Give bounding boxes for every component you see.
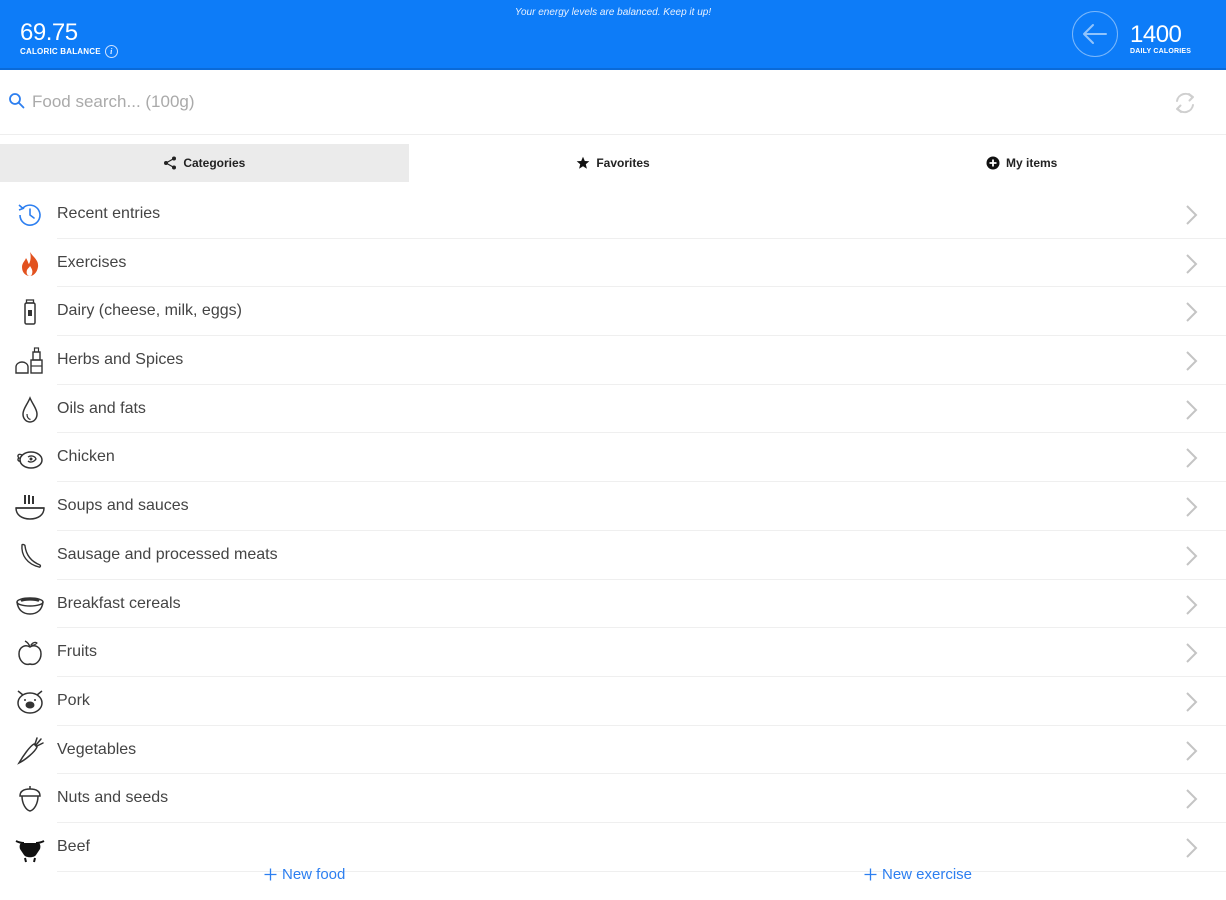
caloric-balance-label: CALORIC BALANCE <box>20 47 101 56</box>
chevron-right-icon <box>1186 740 1198 761</box>
cereal-bowl-icon <box>14 589 46 621</box>
new-exercise-button[interactable]: New exercise <box>864 866 972 883</box>
carrot-icon <box>14 735 46 767</box>
category-beef[interactable]: Beef <box>0 823 1226 872</box>
category-label: Beef <box>57 837 90 855</box>
category-dairy[interactable]: Dairy (cheese, milk, eggs) <box>0 287 1226 337</box>
category-exercises[interactable]: Exercises <box>0 239 1226 288</box>
category-nuts-seeds[interactable]: Nuts and seeds <box>0 774 1226 823</box>
category-label: Fruits <box>57 643 97 661</box>
chevron-right-icon <box>1186 448 1198 469</box>
search-bar <box>0 70 1226 135</box>
category-soups-sauces[interactable]: Soups and sauces <box>0 482 1226 531</box>
soup-bowl-icon <box>14 491 46 523</box>
category-label: Recent entries <box>57 205 161 222</box>
daily-calories: 1400 DAILY CALORIES <box>1130 21 1192 56</box>
category-list: Recent entries Exercises Dairy (cheese, … <box>0 190 1226 872</box>
chevron-right-icon <box>1186 594 1198 615</box>
chevron-right-icon <box>1186 351 1198 371</box>
food-search-input[interactable] <box>32 89 632 115</box>
oil-drop-icon <box>14 394 46 426</box>
top-bar: Your energy levels are balanced. Keep it… <box>0 0 1226 70</box>
tab-bar: Categories Favorites My items <box>0 144 1226 182</box>
pig-icon <box>14 686 46 718</box>
cow-icon <box>14 832 46 864</box>
category-label: Chicken <box>57 448 115 466</box>
chevron-right-icon <box>1186 253 1198 274</box>
plus-icon <box>264 868 277 881</box>
bottom-actions: New food New exercise <box>0 866 1226 890</box>
daily-calories-label: DAILY CALORIES <box>1130 48 1192 55</box>
status-message: Your energy levels are balanced. Keep it… <box>514 7 712 18</box>
category-label: Exercises <box>57 253 127 271</box>
sausage-icon <box>14 540 46 572</box>
category-recent-entries[interactable]: Recent entries <box>0 190 1226 239</box>
category-breakfast-cereals[interactable]: Breakfast cereals <box>0 580 1226 629</box>
chevron-right-icon <box>1186 497 1198 517</box>
tab-favorites-label: Favorites <box>596 156 650 170</box>
category-label: Dairy (cheese, milk, eggs) <box>57 302 242 320</box>
category-label: Vegetables <box>57 740 137 758</box>
category-vegetables[interactable]: Vegetables <box>0 726 1226 775</box>
tab-favorites[interactable]: Favorites <box>409 144 818 182</box>
category-label: Soups and sauces <box>57 497 189 515</box>
category-herbs-spices[interactable]: Herbs and Spices <box>0 336 1226 385</box>
chevron-right-icon <box>1186 789 1198 809</box>
chevron-right-icon <box>1186 302 1198 323</box>
flame-icon <box>14 248 46 280</box>
caloric-balance: 69.75 CALORIC BALANCE i <box>20 20 118 58</box>
chicken-icon <box>14 442 46 474</box>
category-oils-fats[interactable]: Oils and fats <box>0 385 1226 434</box>
info-icon[interactable]: i <box>104 45 118 58</box>
apple-icon <box>14 637 46 669</box>
plus-icon <box>864 868 877 881</box>
star-icon <box>577 156 590 169</box>
chevron-right-icon <box>1186 546 1198 566</box>
new-food-button[interactable]: New food <box>264 866 345 883</box>
clock-icon <box>14 199 46 231</box>
tab-my-items-label: My items <box>1006 156 1058 170</box>
acorn-icon <box>14 783 46 815</box>
category-label: Herbs and Spices <box>57 351 184 369</box>
chevron-right-icon <box>1186 205 1198 225</box>
share-icon <box>164 156 177 170</box>
new-exercise-label: New exercise <box>882 866 973 883</box>
caloric-balance-value: 69.75 <box>20 19 78 46</box>
caloric-balance-caption: CALORIC BALANCE i <box>20 45 118 58</box>
category-chicken[interactable]: Chicken <box>0 433 1226 483</box>
daily-calories-value: 1400 <box>1130 21 1182 48</box>
chevron-right-icon <box>1186 838 1198 858</box>
new-food-label: New food <box>282 866 346 883</box>
tab-categories[interactable]: Categories <box>0 144 409 182</box>
category-sausage[interactable]: Sausage and processed meats <box>0 531 1226 580</box>
tab-categories-label: Categories <box>183 156 246 170</box>
sync-icon[interactable] <box>1172 90 1198 116</box>
category-label: Nuts and seeds <box>57 789 169 807</box>
tab-my-items[interactable]: My items <box>817 144 1226 182</box>
chevron-right-icon <box>1186 692 1198 712</box>
chevron-right-icon <box>1186 643 1198 663</box>
search-icon <box>9 93 25 109</box>
category-label: Pork <box>57 691 90 709</box>
milk-carton-icon <box>14 296 46 328</box>
category-fruits[interactable]: Fruits <box>0 628 1226 677</box>
category-label: Oils and fats <box>57 399 146 417</box>
spice-jars-icon <box>14 345 46 377</box>
arrow-left-icon <box>1083 24 1107 44</box>
chevron-right-icon <box>1186 400 1198 420</box>
category-label: Breakfast cereals <box>57 594 181 612</box>
plus-circle-icon <box>986 156 1000 170</box>
category-pork[interactable]: Pork <box>0 677 1226 726</box>
back-button[interactable] <box>1072 11 1118 57</box>
category-label: Sausage and processed meats <box>57 545 278 563</box>
